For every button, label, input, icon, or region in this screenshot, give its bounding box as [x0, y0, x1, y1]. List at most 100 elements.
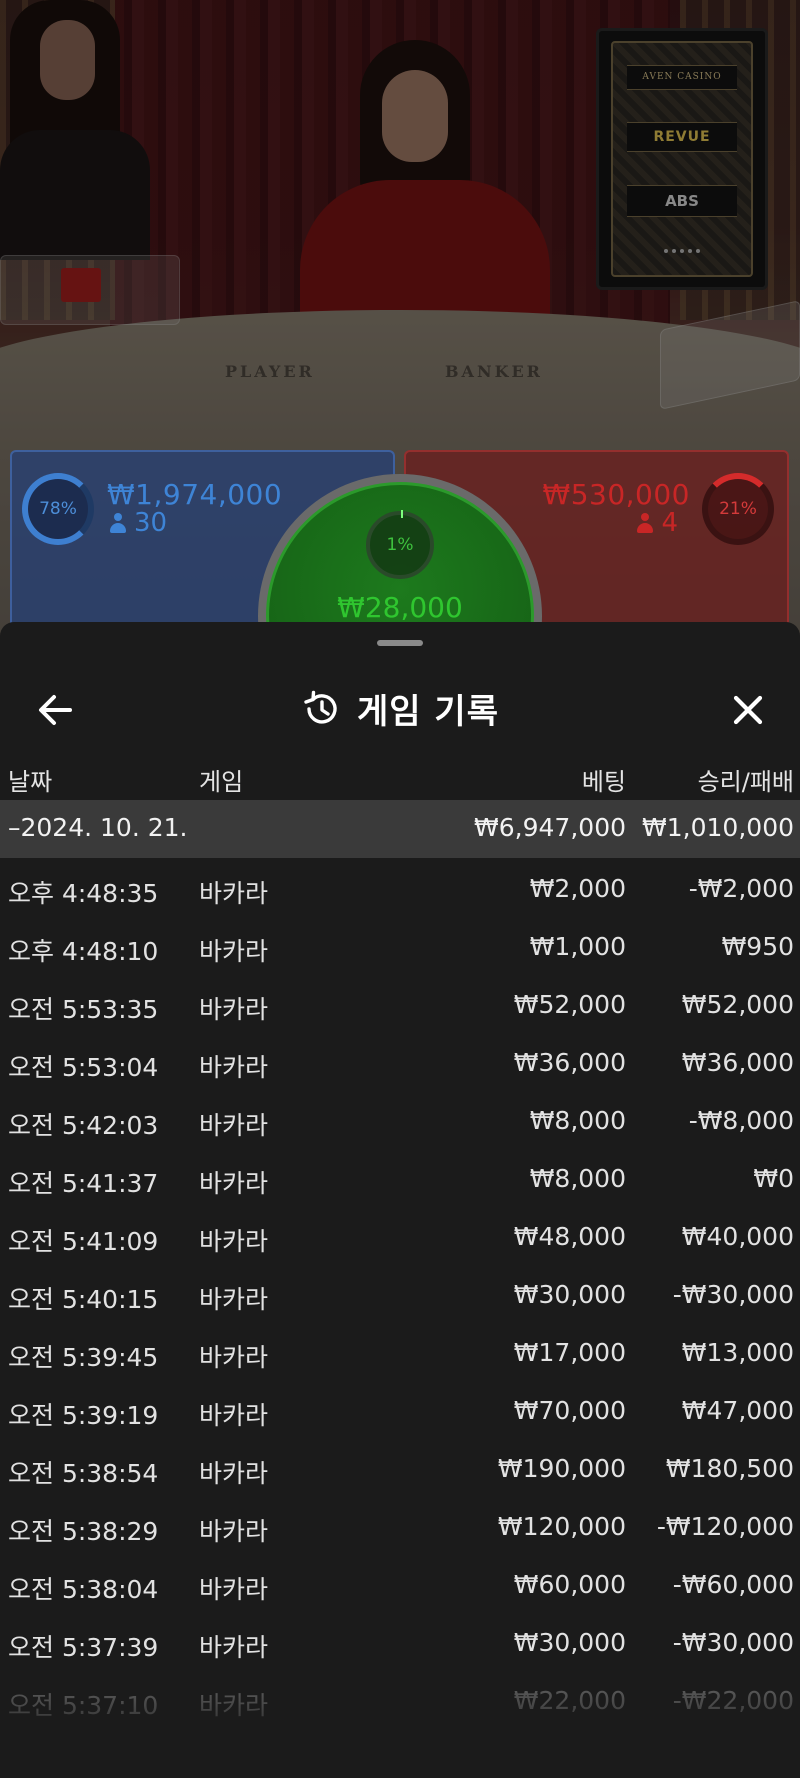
table-row[interactable]: 오전 5:37:10 바카라 ₩22,000 -₩22,000 [0, 1670, 800, 1728]
row-bet: ₩190,000 [497, 1454, 626, 1483]
table-row[interactable]: 오전 5:39:19 바카라 ₩70,000 ₩47,000 [0, 1380, 800, 1438]
row-time: 오전 5:38:29 [8, 1517, 159, 1546]
sheet-drag-handle[interactable] [377, 640, 423, 646]
row-time: 오전 5:39:45 [8, 1343, 159, 1372]
row-time: 오전 5:41:37 [8, 1169, 159, 1198]
close-button[interactable] [720, 682, 776, 738]
tie-percent: 1% [386, 535, 414, 555]
row-bet: ₩22,000 [513, 1686, 626, 1715]
row-game: 바카라 [199, 1343, 269, 1372]
row-game: 바카라 [199, 1517, 269, 1546]
row-result: -₩60,000 [672, 1570, 794, 1599]
player-count-value: 30 [134, 508, 168, 538]
row-result: -₩30,000 [672, 1280, 794, 1309]
row-game: 바카라 [199, 937, 269, 966]
row-game: 바카라 [199, 1227, 269, 1256]
table-row[interactable]: 오전 5:38:29 바카라 ₩120,000 -₩120,000 [0, 1496, 800, 1554]
row-result: ₩36,000 [681, 1048, 794, 1077]
row-game: 바카라 [199, 1285, 269, 1314]
table-row[interactable]: 오전 5:41:09 바카라 ₩48,000 ₩40,000 [0, 1206, 800, 1264]
table-header: 날짜 게임 베팅 승리/패배 [0, 748, 800, 806]
row-bet: ₩2,000 [529, 874, 626, 903]
row-result: -₩22,000 [672, 1686, 794, 1715]
banker-count: 4 [637, 508, 678, 538]
table-row[interactable]: 오전 5:53:04 바카라 ₩36,000 ₩36,000 [0, 1032, 800, 1090]
row-time: 오전 5:39:19 [8, 1401, 159, 1430]
table-row[interactable]: 오전 5:38:04 바카라 ₩60,000 -₩60,000 [0, 1554, 800, 1612]
row-time: 오전 5:53:04 [8, 1053, 159, 1082]
row-game: 바카라 [199, 879, 269, 908]
row-time: 오후 4:48:35 [8, 879, 159, 908]
row-time: 오전 5:37:10 [8, 1691, 159, 1720]
table-row[interactable]: 오전 5:41:37 바카라 ₩8,000 ₩0 [0, 1148, 800, 1206]
row-game: 바카라 [199, 1459, 269, 1488]
column-result[interactable]: 승리/패배 [698, 762, 794, 797]
row-time: 오전 5:53:35 [8, 995, 159, 1024]
table-row[interactable]: 오전 5:39:45 바카라 ₩17,000 ₩13,000 [0, 1322, 800, 1380]
day-result-total: ₩1,010,000 [642, 813, 794, 842]
person-icon [637, 513, 654, 533]
row-time: 오전 5:40:15 [8, 1285, 159, 1314]
row-bet: ₩8,000 [529, 1106, 626, 1135]
table-row[interactable]: 오후 4:48:35 바카라 ₩2,000 -₩2,000 [0, 858, 800, 916]
row-bet: ₩17,000 [513, 1338, 626, 1367]
table-row[interactable]: 오후 4:48:10 바카라 ₩1,000 ₩950 [0, 916, 800, 974]
row-game: 바카라 [199, 995, 269, 1024]
row-result: ₩52,000 [681, 990, 794, 1019]
table-row[interactable]: 오전 5:37:39 바카라 ₩30,000 -₩30,000 [0, 1612, 800, 1670]
row-game: 바카라 [199, 1691, 269, 1720]
row-game: 바카라 [199, 1633, 269, 1662]
row-result: ₩47,000 [681, 1396, 794, 1425]
row-bet: ₩120,000 [497, 1512, 626, 1541]
column-bet[interactable]: 베팅 [582, 762, 626, 797]
row-result: ₩40,000 [681, 1222, 794, 1251]
column-date[interactable]: 날짜 [8, 762, 52, 797]
row-bet: ₩36,000 [513, 1048, 626, 1077]
row-bet: ₩8,000 [529, 1164, 626, 1193]
row-game: 바카라 [199, 1169, 269, 1198]
table-row[interactable]: 오전 5:40:15 바카라 ₩30,000 -₩30,000 [0, 1264, 800, 1322]
row-result: -₩120,000 [656, 1512, 794, 1541]
row-bet: ₩1,000 [529, 932, 626, 961]
banker-count-value: 4 [661, 508, 678, 538]
row-result: -₩2,000 [688, 874, 794, 903]
table-row[interactable]: 오전 5:38:54 바카라 ₩190,000 ₩180,500 [0, 1438, 800, 1496]
player-count: 30 [110, 508, 167, 538]
row-time: 오전 5:38:54 [8, 1459, 159, 1488]
row-time: 오전 5:37:39 [8, 1633, 159, 1662]
row-time: 오후 4:48:10 [8, 937, 159, 966]
row-game: 바카라 [199, 1111, 269, 1140]
banker-percent-ring: 21% [702, 473, 774, 545]
sheet-title: 게임 기록 [357, 692, 499, 732]
player-total-amount: ₩1,974,000 [107, 478, 283, 511]
table-row[interactable]: 오전 5:42:03 바카라 ₩8,000 -₩8,000 [0, 1090, 800, 1148]
player-percent: 78% [39, 499, 77, 519]
banker-percent: 21% [719, 499, 757, 519]
sheet-header: 게임 기록 [0, 662, 800, 752]
row-time: 오전 5:38:04 [8, 1575, 159, 1604]
player-percent-ring: 78% [22, 473, 94, 545]
row-result: ₩13,000 [681, 1338, 794, 1367]
close-x-icon [733, 695, 763, 725]
column-game[interactable]: 게임 [199, 762, 243, 797]
row-result: -₩30,000 [672, 1628, 794, 1657]
day-date: –2024. 10. 21. [8, 813, 188, 842]
row-result: ₩180,500 [665, 1454, 794, 1483]
banker-total-amount: ₩530,000 [542, 478, 690, 511]
tie-percent-ring: 1% [366, 510, 434, 579]
day-summary-row[interactable]: –2024. 10. 21. ₩6,947,000 ₩1,010,000 [0, 800, 800, 858]
row-game: 바카라 [199, 1575, 269, 1604]
row-time: 오전 5:42:03 [8, 1111, 159, 1140]
history-clock-icon [304, 690, 337, 724]
row-game: 바카라 [199, 1053, 269, 1082]
row-game: 바카라 [199, 1401, 269, 1430]
game-history-sheet: 게임 기록 날짜 게임 베팅 승리/패배 –2024. 10. 21. ₩6,9… [0, 622, 800, 1778]
row-bet: ₩48,000 [513, 1222, 626, 1251]
row-bet: ₩30,000 [513, 1280, 626, 1309]
day-bet-total: ₩6,947,000 [474, 813, 626, 842]
row-result: -₩8,000 [688, 1106, 794, 1135]
table-row[interactable]: 오전 5:53:35 바카라 ₩52,000 ₩52,000 [0, 974, 800, 1032]
person-icon [110, 513, 126, 533]
row-bet: ₩60,000 [513, 1570, 626, 1599]
row-result: ₩950 [721, 932, 794, 961]
